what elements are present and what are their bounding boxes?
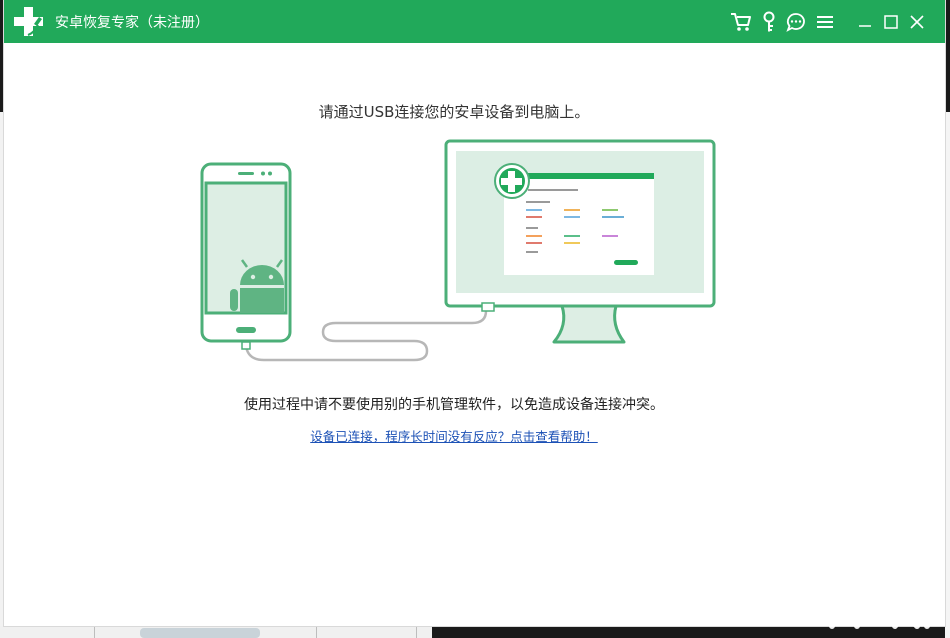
key-icon [763, 11, 775, 32]
feedback-button[interactable] [783, 9, 809, 35]
help-link[interactable]: 设备已连接，程序长时间没有反应？点击查看帮助！ [310, 429, 598, 444]
conflict-warning: 使用过程中请不要使用别的手机管理软件，以免造成设备连接冲突。 [244, 397, 664, 413]
minimize-icon [859, 25, 871, 27]
title-bar[interactable]: 安卓恢复专家（未注册） [4, 0, 945, 43]
register-button[interactable] [756, 9, 782, 35]
close-button[interactable] [904, 9, 930, 35]
background-window-edge-right [945, 112, 950, 638]
app-window: 安卓恢复专家（未注册） 请通过USB连接您的安卓设备到电脑上。 使用过程中请不要… [4, 0, 945, 626]
main-content: 请通过USB连接您的安卓设备到电脑上。 使用过程中请不要使用别的手机管理软件，以… [4, 43, 945, 626]
background-window-bottom [0, 626, 432, 638]
connect-instruction: 请通过USB连接您的安卓设备到电脑上。 [318, 103, 590, 121]
watermark-logo-icon [816, 581, 930, 629]
window-title: 安卓恢复专家（未注册） [55, 15, 209, 31]
close-icon [910, 15, 924, 29]
android-phone [200, 162, 292, 350]
menu-button[interactable] [812, 9, 838, 35]
minimize-button[interactable] [852, 9, 878, 35]
feedback-icon [786, 13, 805, 32]
app-logo-icon [14, 7, 43, 36]
cart-button[interactable] [728, 9, 754, 35]
maximize-icon [884, 15, 898, 29]
connection-illustration [200, 139, 716, 362]
app-screenshot-thumbnail [494, 163, 654, 275]
maximize-button[interactable] [878, 9, 904, 35]
cart-icon [731, 13, 751, 31]
menu-icon [817, 16, 833, 28]
